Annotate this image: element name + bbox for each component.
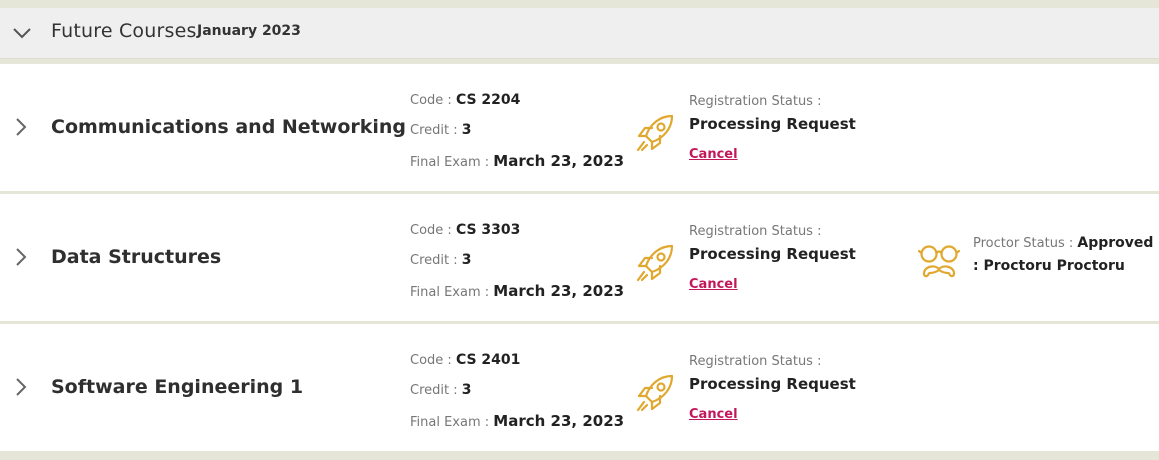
course-row[interactable]: Data Structures Code : CS 3303 Credit : … bbox=[0, 194, 1159, 324]
registration-status-label: Registration Status : bbox=[689, 224, 822, 239]
chevron-down-icon[interactable] bbox=[12, 25, 32, 41]
final-exam-label: Final Exam : bbox=[410, 285, 494, 300]
credit-label: Credit : bbox=[410, 253, 462, 268]
course-info: Code : CS 2204 Credit : 3 Final Exam : M… bbox=[410, 92, 624, 182]
chevron-right-icon[interactable] bbox=[14, 117, 28, 137]
credit-label: Credit : bbox=[410, 123, 462, 138]
final-exam-label: Final Exam : bbox=[410, 415, 494, 430]
course-credit: 3 bbox=[461, 382, 472, 398]
course-credit: 3 bbox=[461, 122, 472, 138]
course-name[interactable]: Data Structures bbox=[51, 246, 221, 268]
course-credit: 3 bbox=[461, 252, 472, 268]
proctor-status: Proctor Status : Approved : Proctoru Pro… bbox=[973, 232, 1158, 278]
cancel-link[interactable]: Cancel bbox=[689, 403, 738, 426]
registration-status: Registration Status : Processing Request… bbox=[689, 220, 904, 296]
course-name[interactable]: Communications and Networking bbox=[51, 116, 406, 138]
final-exam-label: Final Exam : bbox=[410, 155, 494, 170]
credit-label: Credit : bbox=[410, 383, 462, 398]
course-code: CS 2204 bbox=[455, 92, 521, 108]
final-exam-date: March 23, 2023 bbox=[493, 412, 625, 430]
code-label: Code : bbox=[410, 93, 456, 108]
registration-status-label: Registration Status : bbox=[689, 354, 822, 369]
final-exam-date: March 23, 2023 bbox=[493, 282, 625, 300]
code-label: Code : bbox=[410, 223, 456, 238]
course-info: Code : CS 3303 Credit : 3 Final Exam : M… bbox=[410, 222, 624, 312]
registration-status-value: Processing Request bbox=[689, 375, 856, 393]
course-code: CS 2401 bbox=[455, 352, 521, 368]
final-exam-date: March 23, 2023 bbox=[493, 152, 625, 170]
section-header[interactable]: Future Courses January 2023 bbox=[0, 8, 1159, 59]
cancel-link[interactable]: Cancel bbox=[689, 273, 738, 296]
cancel-link[interactable]: Cancel bbox=[689, 143, 738, 166]
course-row[interactable]: Software Engineering 1 Code : CS 2401 Cr… bbox=[0, 324, 1159, 454]
section-term: January 2023 bbox=[197, 23, 301, 39]
registration-status: Registration Status : Processing Request… bbox=[689, 90, 904, 166]
course-code: CS 3303 bbox=[455, 222, 521, 238]
registration-status: Registration Status : Processing Request… bbox=[689, 350, 904, 426]
chevron-right-icon[interactable] bbox=[14, 377, 28, 397]
code-label: Code : bbox=[410, 353, 456, 368]
chevron-right-icon[interactable] bbox=[14, 247, 28, 267]
registration-status-label: Registration Status : bbox=[689, 94, 822, 109]
rocket-icon bbox=[636, 244, 674, 282]
rocket-icon bbox=[636, 374, 674, 412]
registration-status-value: Processing Request bbox=[689, 115, 856, 133]
registration-status-value: Processing Request bbox=[689, 245, 856, 263]
course-info: Code : CS 2401 Credit : 3 Final Exam : M… bbox=[410, 352, 624, 442]
section-title: Future Courses bbox=[51, 20, 197, 42]
proctor-status-label: Proctor Status : bbox=[973, 236, 1078, 251]
course-row[interactable]: Communications and Networking Code : CS … bbox=[0, 64, 1159, 194]
rocket-icon bbox=[636, 114, 674, 152]
course-name[interactable]: Software Engineering 1 bbox=[51, 376, 303, 398]
glasses-mustache-icon bbox=[918, 245, 960, 278]
future-courses-panel: Future Courses January 2023 Communicatio… bbox=[0, 8, 1159, 454]
